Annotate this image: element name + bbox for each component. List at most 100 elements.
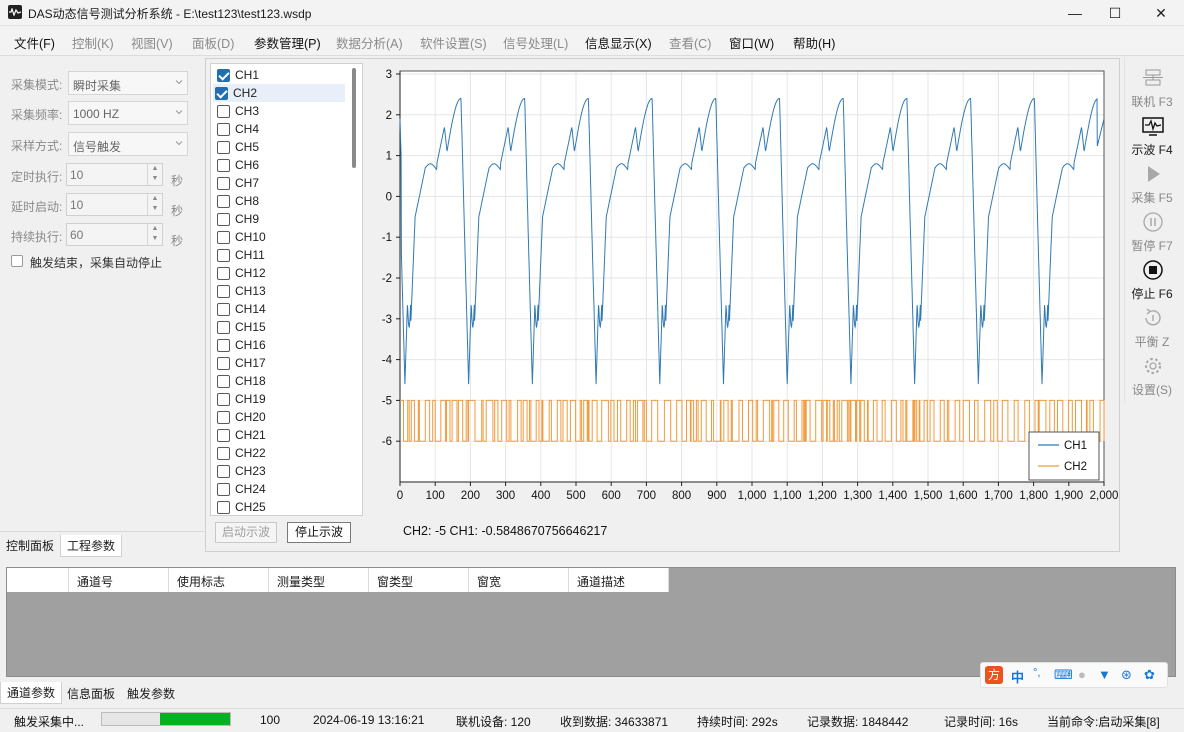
channel-item[interactable]: CH23 (215, 462, 355, 480)
tab-channel-params[interactable]: 通道参数 (0, 682, 63, 704)
channel-checkbox[interactable] (217, 393, 230, 406)
channel-checkbox[interactable] (217, 411, 230, 424)
menu-file[interactable]: 文件(F) (14, 33, 55, 52)
channel-item[interactable]: CH3 (215, 102, 355, 120)
mode-select[interactable]: 瞬时采集 (68, 71, 188, 95)
punctuation-icon[interactable]: °, (1033, 667, 1040, 679)
channel-checkbox[interactable] (217, 267, 230, 280)
channel-checkbox[interactable] (217, 213, 230, 226)
keyboard-icon[interactable]: ⌨ (1054, 667, 1073, 683)
gear-icon[interactable]: ✿ (1144, 667, 1155, 683)
channel-checkbox[interactable] (217, 501, 230, 514)
duration-stepper[interactable]: 60 ▲ ▼ (66, 223, 163, 246)
menu-control[interactable]: 控制(K) (72, 33, 114, 52)
spin-up-icon[interactable]: ▲ (148, 224, 162, 234)
menu-look[interactable]: 查看(C) (669, 33, 711, 52)
channel-checkbox[interactable] (217, 357, 230, 370)
channel-item[interactable]: CH11 (215, 246, 355, 264)
channel-checkbox[interactable] (217, 231, 230, 244)
channel-item[interactable]: CH22 (215, 444, 355, 462)
menu-help[interactable]: 帮助(H) (793, 33, 835, 52)
channel-item[interactable]: CH16 (215, 336, 355, 354)
tab-info-panel[interactable]: 信息面板 (61, 683, 121, 704)
spin-down-icon[interactable]: ▼ (148, 204, 162, 214)
channel-checkbox[interactable] (217, 375, 230, 388)
waveform-chart[interactable]: 0 100 200 300 400 500 600 700 800 900 1,000 1,100 1,… (370, 62, 1130, 522)
menu-window[interactable]: 窗口(W) (729, 33, 774, 52)
channel-checkbox[interactable] (217, 285, 230, 298)
channel-item[interactable]: CH10 (215, 228, 355, 246)
channel-checkbox[interactable] (217, 123, 230, 136)
channel-item[interactable]: CH18 (215, 372, 355, 390)
channel-item[interactable]: CH4 (215, 120, 355, 138)
channel-checkbox[interactable] (215, 87, 228, 100)
channel-checkbox[interactable] (217, 159, 230, 172)
settings-button[interactable]: 设置(S) (1125, 353, 1179, 399)
oscilloscope-button[interactable]: 示波 F4 (1125, 113, 1179, 159)
channel-item[interactable]: CH12 (215, 264, 355, 282)
channel-item[interactable]: CH1 (215, 66, 355, 84)
user-icon[interactable]: ● (1078, 667, 1086, 682)
channel-checkbox[interactable] (217, 105, 230, 118)
channel-item[interactable]: CH25 (215, 498, 355, 515)
menu-panel[interactable]: 面板(D) (192, 33, 234, 52)
spin-down-icon[interactable]: ▼ (148, 174, 162, 184)
channel-checkbox[interactable] (217, 303, 230, 316)
channel-item[interactable]: CH9 (215, 210, 355, 228)
maximize-button[interactable]: ☐ (1092, 0, 1138, 26)
connect-button[interactable]: 联机 F3 (1125, 65, 1179, 111)
balance-button[interactable]: 平衡 Z (1125, 305, 1179, 351)
channel-checkbox[interactable] (217, 483, 230, 496)
channel-item[interactable]: CH14 (215, 300, 355, 318)
freq-select[interactable]: 1000 HZ (68, 101, 188, 125)
channel-item[interactable]: CH21 (215, 426, 355, 444)
timed-stepper[interactable]: 10 ▲ ▼ (66, 163, 163, 186)
channel-checkbox[interactable] (217, 141, 230, 154)
channel-list[interactable]: CH1 CH2 CH3 CH4 CH5 CH6 CH7 CH8 CH9 CH10 CH11 CH12 C… (210, 63, 363, 516)
spin-up-icon[interactable]: ▲ (148, 194, 162, 204)
stop-wave-button[interactable]: 停止示波 (287, 522, 351, 543)
tab-control-panel[interactable]: 控制面板 (0, 535, 60, 556)
close-button[interactable]: ✕ (1138, 0, 1184, 26)
channel-item[interactable]: CH15 (215, 318, 355, 336)
sample-select[interactable]: 信号触发 (68, 132, 188, 156)
channel-item[interactable]: CH8 (215, 192, 355, 210)
channel-item[interactable]: CH6 (215, 156, 355, 174)
start-wave-button[interactable]: 启动示波 (215, 522, 277, 543)
channel-item[interactable]: CH2 (213, 84, 345, 102)
tab-trigger-params[interactable]: 触发参数 (121, 683, 181, 704)
menu-data-analysis[interactable]: 数据分析(A) (336, 33, 403, 52)
channel-checkbox[interactable] (217, 429, 230, 442)
channel-checkbox[interactable] (217, 69, 230, 82)
spin-up-icon[interactable]: ▲ (148, 164, 162, 174)
auto-stop-checkbox[interactable] (11, 255, 23, 267)
menu-info-display[interactable]: 信息显示(X) (585, 33, 652, 52)
channel-checkbox[interactable] (217, 321, 230, 334)
channel-checkbox[interactable] (217, 195, 230, 208)
skin-icon[interactable]: ▼ (1098, 667, 1111, 682)
menu-view[interactable]: 视图(V) (131, 33, 173, 52)
pause-button[interactable]: 暂停 F7 (1125, 209, 1179, 255)
menu-param-mgmt[interactable]: 参数管理(P) (254, 33, 321, 52)
channel-list-scrollbar[interactable] (352, 68, 356, 168)
channel-item[interactable]: CH24 (215, 480, 355, 498)
channel-checkbox[interactable] (217, 177, 230, 190)
stop-button[interactable]: 停止 F6 (1125, 257, 1179, 303)
acquire-button[interactable]: 采集 F5 (1125, 161, 1179, 207)
channel-checkbox[interactable] (217, 465, 230, 478)
spin-down-icon[interactable]: ▼ (148, 234, 162, 244)
channel-checkbox[interactable] (217, 249, 230, 262)
menu-software-settings[interactable]: 软件设置(S) (420, 33, 487, 52)
channel-item[interactable]: CH17 (215, 354, 355, 372)
tab-project-params[interactable]: 工程参数 (60, 535, 123, 557)
menu-signal-processing[interactable]: 信号处理(L) (503, 33, 568, 52)
channel-checkbox[interactable] (217, 339, 230, 352)
delay-stepper[interactable]: 10 ▲ ▼ (66, 193, 163, 216)
channel-item[interactable]: CH19 (215, 390, 355, 408)
channel-item[interactable]: CH20 (215, 408, 355, 426)
channel-item[interactable]: CH13 (215, 282, 355, 300)
channel-item[interactable]: CH5 (215, 138, 355, 156)
channel-checkbox[interactable] (217, 447, 230, 460)
channel-item[interactable]: CH7 (215, 174, 355, 192)
ai-icon[interactable]: ⊛ (1121, 667, 1132, 683)
